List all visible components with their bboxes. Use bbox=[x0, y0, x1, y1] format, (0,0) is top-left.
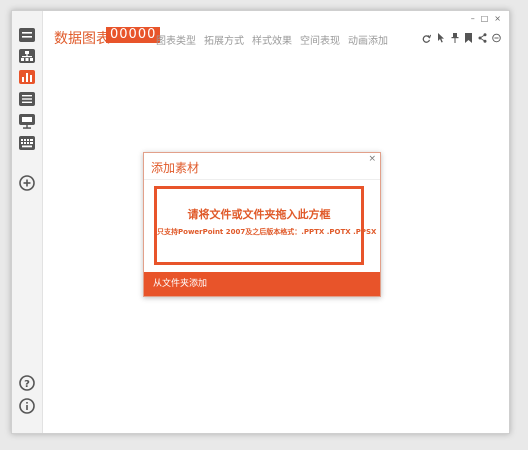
maximize-button[interactable]: □ bbox=[481, 14, 489, 23]
menu-item-chart-type[interactable]: 图表类型 bbox=[156, 32, 196, 47]
dialog-divider bbox=[144, 179, 380, 180]
keyboard-icon[interactable] bbox=[18, 135, 36, 151]
org-chart-icon[interactable] bbox=[18, 48, 36, 64]
bookmark-icon[interactable] bbox=[464, 33, 473, 43]
minimize-button[interactable]: – bbox=[471, 14, 475, 23]
list-table-icon[interactable] bbox=[18, 91, 36, 107]
help-icon[interactable]: ? bbox=[19, 375, 35, 391]
app-window: ? 数据图表 00000 图表类型 拓展方式 样式效果 空间表现 动画添加 – … bbox=[11, 10, 510, 434]
menu-item-style-effect[interactable]: 样式效果 bbox=[252, 32, 292, 47]
minus-circle-icon[interactable] bbox=[492, 33, 501, 43]
dialog-title: 添加素材 bbox=[151, 161, 200, 175]
share-icon[interactable] bbox=[478, 33, 487, 43]
menu-item-animation[interactable]: 动画添加 bbox=[348, 32, 388, 47]
presentation-icon[interactable] bbox=[18, 113, 36, 129]
window-controls: – □ × bbox=[471, 14, 501, 23]
file-drop-zone[interactable]: 请将文件或文件夹拖入此方框 只支持PowerPoint 2007及之后版本格式：… bbox=[154, 186, 377, 265]
drop-zone-instruction: 请将文件或文件夹拖入此方框 bbox=[187, 208, 331, 221]
close-window-button[interactable]: × bbox=[494, 14, 501, 23]
pin-icon[interactable] bbox=[450, 33, 459, 43]
text-card-icon[interactable] bbox=[18, 27, 36, 43]
app-title: 数据图表 bbox=[54, 31, 110, 47]
svg-text:?: ? bbox=[24, 379, 30, 390]
add-material-dialog: 添加素材 × 请将文件或文件夹拖入此方框 只支持PowerPoint 2007及… bbox=[143, 152, 381, 297]
counter-badge: 00000 bbox=[106, 27, 161, 43]
sidebar: ? bbox=[12, 11, 43, 433]
add-from-folder-button[interactable]: 从文件夹添加 bbox=[144, 272, 380, 296]
toolbar-icons bbox=[422, 33, 501, 43]
pointer-icon[interactable] bbox=[436, 33, 445, 43]
dialog-close-button[interactable]: × bbox=[368, 154, 376, 164]
menu-item-spatial[interactable]: 空间表现 bbox=[300, 32, 340, 47]
top-menu: 图表类型 拓展方式 样式效果 空间表现 动画添加 bbox=[156, 32, 388, 47]
add-circle-icon[interactable] bbox=[18, 175, 36, 191]
bar-chart-icon[interactable] bbox=[18, 69, 36, 85]
drop-zone-format-hint: 只支持PowerPoint 2007及之后版本格式：.PPTX .POTX .P… bbox=[157, 228, 377, 236]
refresh-icon[interactable] bbox=[422, 33, 431, 43]
info-icon[interactable] bbox=[19, 398, 35, 414]
title-bar: 数据图表 00000 图表类型 拓展方式 样式效果 空间表现 动画添加 – □ … bbox=[42, 11, 509, 61]
menu-item-extension[interactable]: 拓展方式 bbox=[204, 32, 244, 47]
